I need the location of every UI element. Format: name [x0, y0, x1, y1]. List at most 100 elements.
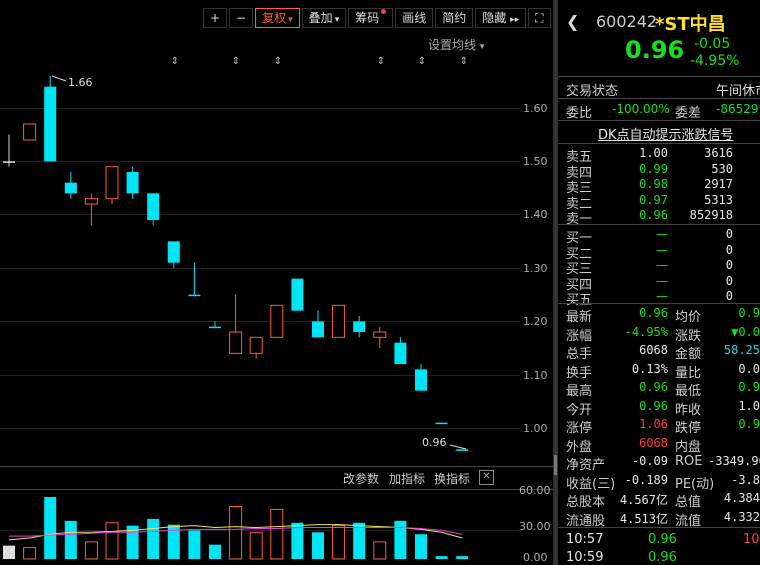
stat-label: 外盘 — [566, 439, 593, 455]
stat-value: 0.9 — [738, 417, 760, 431]
candle-body — [270, 304, 284, 338]
y-tick-label: 1.00 — [523, 422, 548, 435]
stat-value: 0.0 — [738, 361, 760, 376]
volume-bar — [415, 534, 427, 559]
volume-bar — [456, 556, 469, 559]
high-price-label: 1.66 — [68, 76, 93, 89]
stat-label: 净资产 — [566, 458, 606, 473]
volume-bar — [353, 522, 366, 559]
buy-level-price: — — [656, 227, 668, 241]
candle-body — [84, 198, 98, 205]
dk-signal-link[interactable]: DK点自动提示涨跌信号 — [598, 124, 734, 143]
volume-bar — [188, 530, 201, 559]
candle-body — [249, 336, 263, 354]
low-price-label: 0.96 — [422, 436, 447, 449]
tick-volume: 10 — [743, 532, 760, 547]
stat-value: ▼0.0 — [731, 324, 760, 339]
candle-body — [435, 422, 448, 425]
candle-body — [105, 166, 119, 200]
buy-level-volume: 0 — [725, 289, 733, 303]
stat-label: 涨幅 — [566, 328, 593, 344]
stat-label: 今开 — [566, 402, 593, 418]
stat-label: 最低 — [675, 384, 702, 399]
divider — [558, 143, 760, 144]
divider — [558, 224, 760, 225]
stat-label: 最新 — [566, 310, 593, 325]
candle-body — [373, 331, 387, 338]
volume-bar — [229, 506, 243, 560]
stat-value: -0.189 — [624, 472, 668, 487]
divider — [558, 98, 760, 99]
y-tick-label: 1.20 — [523, 315, 548, 328]
event-marker-icon: ⇕ — [460, 56, 468, 67]
close-indicator-icon[interactable]: ✕ — [479, 470, 494, 485]
stat-value: -4.95% — [624, 324, 668, 339]
buy-level-price: — — [656, 273, 668, 288]
y-tick-label: 1.40 — [523, 208, 548, 221]
volume-bar — [209, 544, 221, 559]
stat-value: 1.06 — [639, 417, 668, 431]
stock-name: *ST中昌 — [655, 14, 726, 35]
stat-label: 最高 — [566, 384, 593, 399]
trade-status-value: 午间休市 — [716, 84, 760, 99]
sell-level-volume: 530 — [711, 161, 733, 176]
modify-params-button[interactable]: 改参数 — [343, 470, 379, 487]
volume-bar — [84, 541, 98, 560]
volume-bar — [435, 556, 448, 559]
y-tick-label: 1.50 — [523, 155, 548, 168]
current-price: 0.96 — [625, 36, 685, 64]
candle-body — [167, 241, 180, 263]
stat-value: 0.9 — [738, 380, 760, 394]
price-change: -0.05 — [694, 36, 731, 52]
sell-level-price: 1.00 — [639, 146, 668, 160]
stat-value: 0.13% — [631, 361, 668, 376]
tick-time: 10:59 — [566, 550, 604, 565]
stat-label: 总股本 — [566, 495, 606, 510]
price-change-pct: -4.95% — [690, 53, 740, 69]
switch-indicator-button[interactable]: 换指标 — [434, 470, 470, 487]
event-marker-icon: ⇕ — [274, 56, 282, 67]
candle-body — [3, 161, 15, 163]
candle-body — [456, 449, 469, 451]
buy-level-volume: 0 — [725, 258, 733, 272]
candle-body — [209, 326, 221, 329]
quote-panel: ❮ 600242 *ST中昌 0.96 -0.05 -4.95% 交易状态 午间… — [558, 0, 760, 565]
sell-level-price: 0.96 — [639, 208, 668, 222]
tick-price: 0.96 — [648, 550, 677, 565]
stat-value: 6068 — [639, 343, 668, 357]
stat-label: 金额 — [675, 347, 702, 362]
stat-label: 均价 — [675, 310, 702, 325]
stat-label: ROE — [675, 454, 703, 469]
stat-label: 总值 — [675, 495, 702, 510]
fullscreen-button[interactable]: ⛶ — [528, 8, 551, 28]
tick-price: 0.96 — [648, 532, 677, 547]
kline-chart-area[interactable]: + − 复权 ▾ 叠加 ▾ 筹码 画线 简约 隐藏 ▸▸ ⛶ 设置均线 ▾ 1.60… — [0, 0, 553, 565]
sell-level-volume: 2917 — [704, 177, 733, 191]
stat-value: 0.96 — [639, 306, 668, 320]
weibi-label: 委比 — [566, 106, 593, 121]
back-icon[interactable]: ❮ — [566, 12, 579, 31]
buy-level-price: — — [656, 289, 668, 303]
candle-body — [415, 369, 427, 391]
sell-level-price: 0.97 — [639, 192, 668, 207]
candle-body — [44, 86, 57, 162]
divider — [558, 120, 760, 121]
stat-label: 昨收 — [675, 402, 702, 418]
divider — [558, 303, 760, 304]
volume-bar — [44, 497, 57, 559]
stat-value: -0.09 — [631, 454, 668, 468]
buy-level-price: — — [656, 258, 668, 272]
volume-bar — [312, 532, 324, 559]
stat-label: 量比 — [675, 365, 702, 381]
volume-bar — [332, 525, 346, 560]
stat-value: -3.8 — [731, 472, 760, 487]
candle-body — [312, 321, 324, 338]
volume-bar — [105, 522, 119, 560]
splitter-grip-icon[interactable] — [554, 455, 557, 475]
stat-label: 流通股 — [566, 513, 606, 529]
volume-bar — [394, 520, 407, 559]
stat-label: 涨跌 — [675, 328, 702, 344]
event-marker-icon: ⇕ — [232, 56, 240, 67]
stat-value: 0.96 — [639, 380, 668, 394]
add-indicator-button[interactable]: 加指标 — [389, 470, 425, 487]
